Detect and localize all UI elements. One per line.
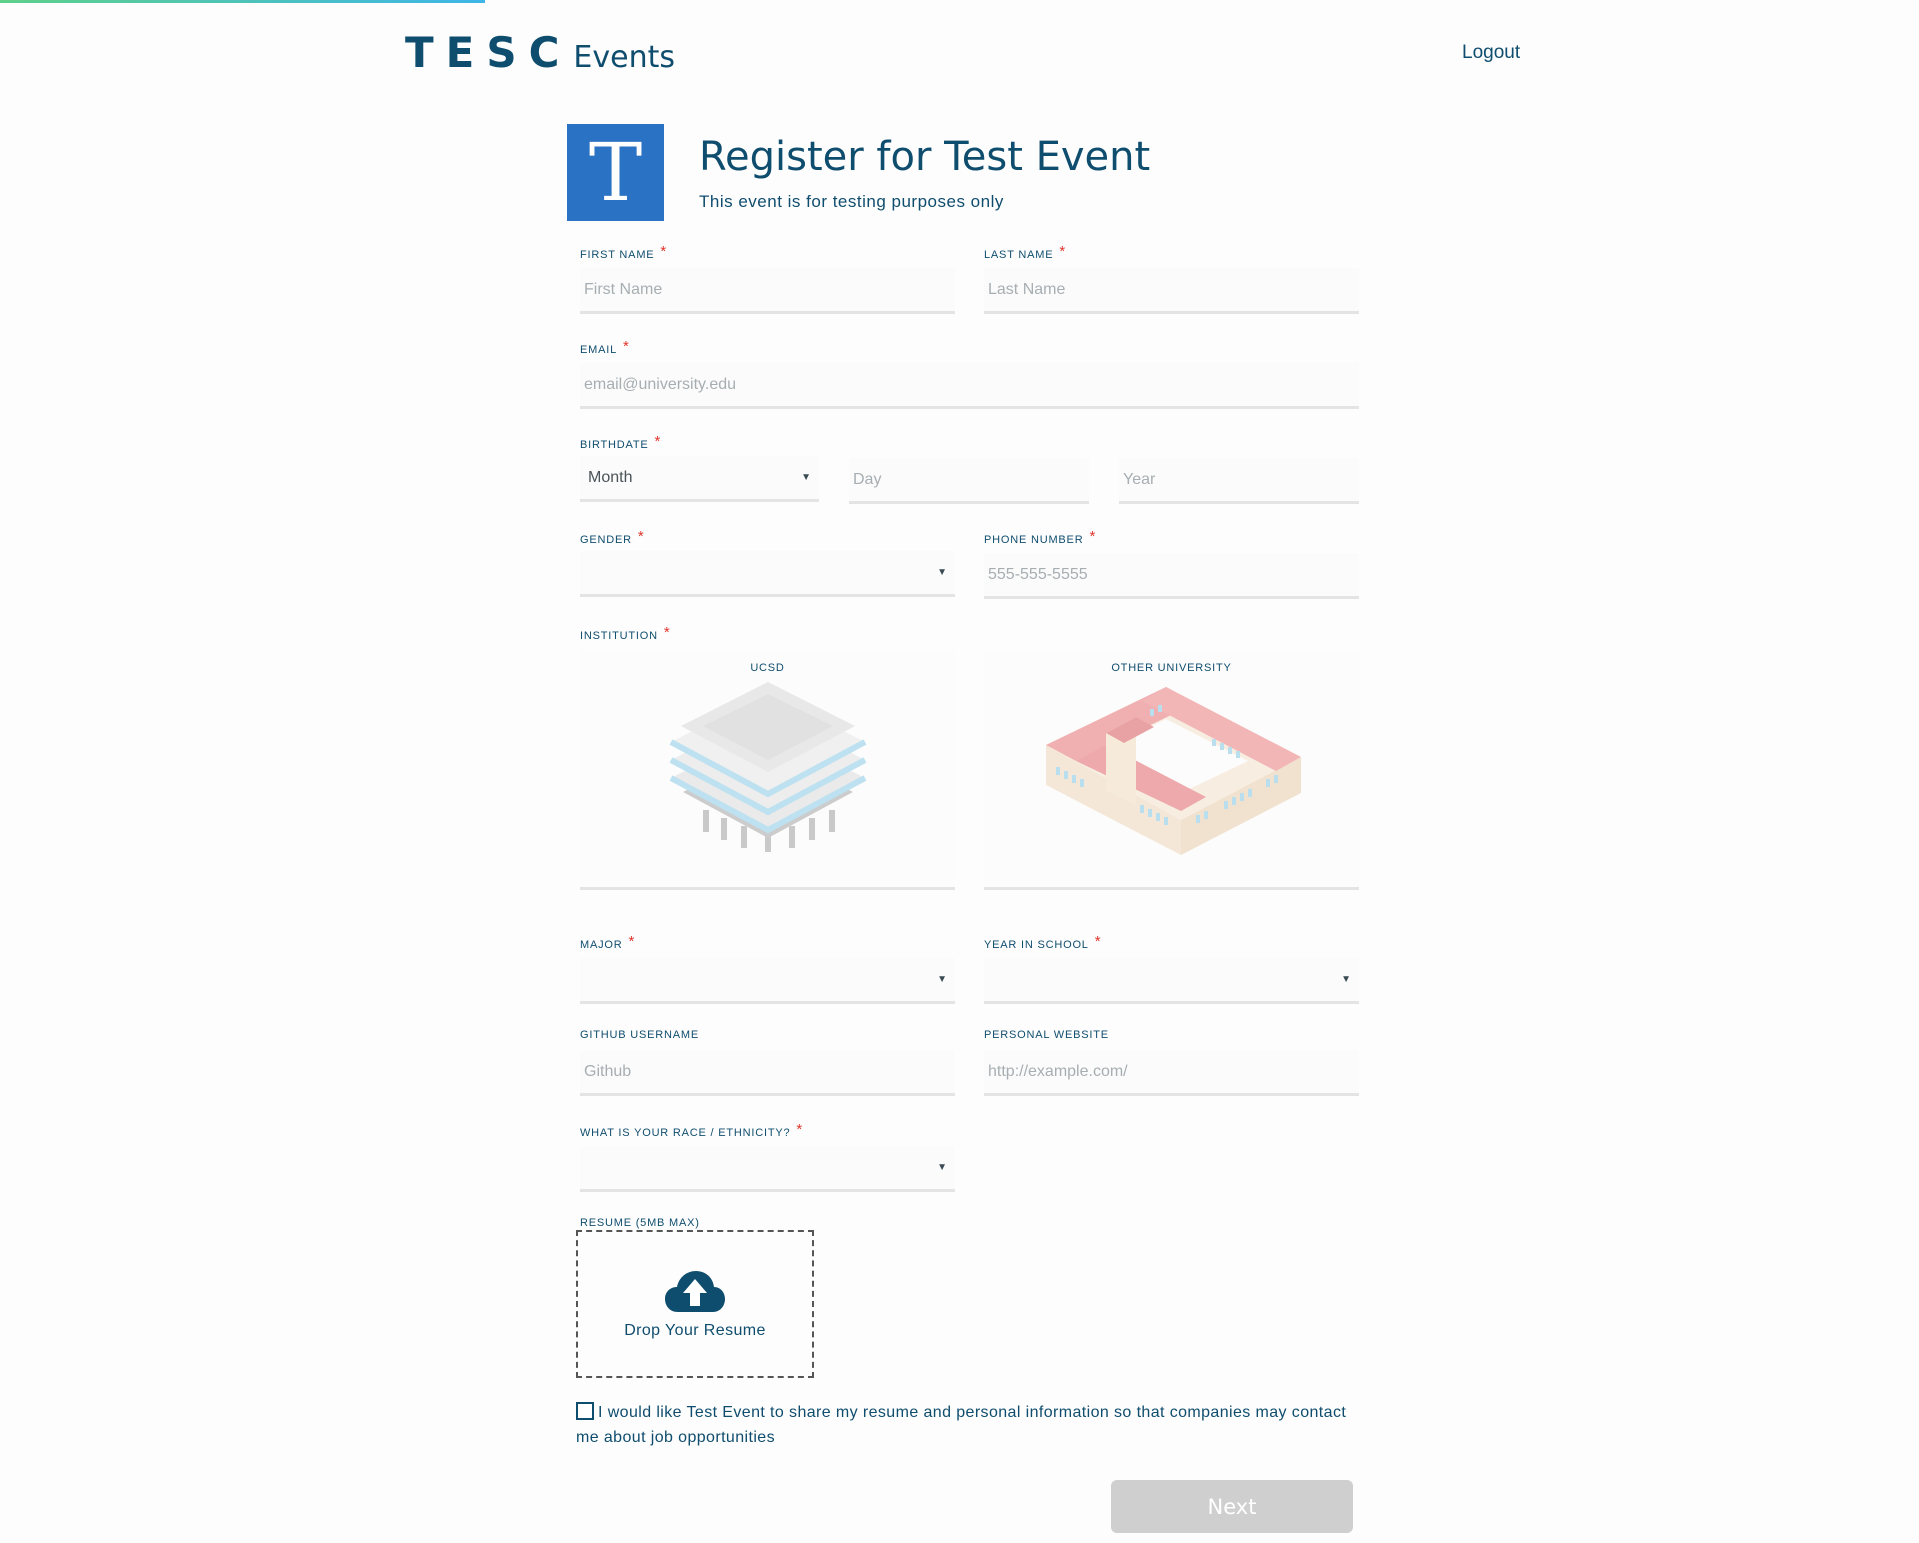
logo-events-text: Events: [573, 40, 675, 75]
race-label: WHAT IS YOUR RACE / ETHNICITY? *: [580, 1121, 804, 1140]
caret-down-icon: ▼: [937, 567, 947, 578]
year-in-school-select[interactable]: ▼: [984, 958, 1359, 1004]
email-label-text: EMAIL: [580, 344, 618, 356]
required-marker: *: [796, 1121, 804, 1138]
share-consent: I would like Test Event to share my resu…: [576, 1400, 1356, 1450]
required-marker: *: [628, 933, 636, 950]
institution-option-other[interactable]: OTHER UNIVERSITY: [984, 650, 1359, 890]
institution-option-ucsd[interactable]: UCSD: [580, 650, 955, 890]
ucsd-library-illustration: [669, 682, 867, 852]
gender-label-text: GENDER: [580, 534, 632, 546]
github-label-text: GITHUB USERNAME: [580, 1029, 699, 1041]
share-consent-text: I would like Test Event to share my resu…: [576, 1404, 1347, 1446]
next-button[interactable]: Next: [1111, 1480, 1353, 1533]
race-label-text: WHAT IS YOUR RACE / ETHNICITY?: [580, 1127, 791, 1139]
institution-label-text: INSTITUTION: [580, 630, 658, 642]
other-university-option-label: OTHER UNIVERSITY: [1111, 662, 1232, 674]
last-name-label: LAST NAME *: [984, 243, 1066, 262]
birth-day-field: [849, 458, 1089, 504]
website-input[interactable]: [984, 1050, 1359, 1093]
other-university-illustration: [1046, 687, 1301, 855]
cloud-upload-icon: [665, 1271, 725, 1312]
caret-down-icon: ▼: [1341, 974, 1351, 985]
birth-day-input[interactable]: [849, 458, 1089, 501]
event-logo: T: [567, 124, 664, 221]
required-marker: *: [660, 243, 668, 260]
caret-down-icon: ▼: [801, 472, 811, 483]
logo-tesc-text: TESC: [405, 28, 572, 77]
share-consent-checkbox[interactable]: [576, 1402, 594, 1420]
required-marker: *: [623, 338, 630, 355]
year-in-school-label-text: YEAR IN SCHOOL: [984, 939, 1089, 951]
birth-year-field: [1119, 458, 1359, 504]
required-marker: *: [1059, 243, 1066, 260]
top-navbar: TESC Events Logout: [0, 0, 1919, 110]
major-label-text: MAJOR: [580, 939, 623, 951]
institution-label: INSTITUTION *: [580, 624, 671, 643]
email-field: [580, 363, 1359, 409]
first-name-label-text: FIRST NAME: [580, 249, 655, 261]
phone-label: PHONE NUMBER *: [984, 528, 1097, 547]
page-title: Register for Test Event: [699, 134, 1151, 180]
logout-link[interactable]: Logout: [1462, 42, 1520, 64]
first-name-label: FIRST NAME *: [580, 243, 668, 262]
resume-dropzone[interactable]: Drop Your Resume: [576, 1230, 814, 1378]
major-label: MAJOR *: [580, 933, 636, 952]
required-marker: *: [663, 624, 671, 641]
last-name-field: [984, 268, 1359, 314]
first-name-field: [580, 268, 955, 314]
github-label: GITHUB USERNAME: [580, 1029, 699, 1041]
year-in-school-label: YEAR IN SCHOOL *: [984, 933, 1102, 952]
birthdate-label: BIRTHDATE *: [580, 433, 662, 452]
website-field: [984, 1050, 1359, 1096]
email-label: EMAIL *: [580, 338, 630, 357]
page-subtitle: This event is for testing purposes only: [699, 192, 1004, 211]
first-name-input[interactable]: [580, 268, 955, 311]
phone-label-text: PHONE NUMBER: [984, 534, 1084, 546]
last-name-input[interactable]: [984, 268, 1359, 311]
website-label-text: PERSONAL WEBSITE: [984, 1029, 1109, 1041]
major-select[interactable]: ▼: [580, 958, 955, 1004]
caret-down-icon: ▼: [937, 974, 947, 985]
birth-year-input[interactable]: [1119, 458, 1359, 501]
ucsd-option-label: UCSD: [750, 662, 785, 674]
phone-field: [984, 553, 1359, 599]
drop-resume-text: Drop Your Resume: [624, 1322, 766, 1339]
birth-month-value: Month: [588, 469, 633, 486]
resume-label: RESUME (5MB MAX): [580, 1217, 700, 1229]
required-marker: *: [1089, 528, 1097, 545]
required-marker: *: [1094, 933, 1102, 950]
last-name-label-text: LAST NAME: [984, 249, 1054, 261]
tesc-events-logo[interactable]: TESC Events: [405, 28, 675, 77]
birth-month-select[interactable]: Month ▼: [580, 456, 819, 502]
required-marker: *: [637, 528, 645, 545]
github-input[interactable]: [580, 1050, 955, 1093]
birthdate-label-text: BIRTHDATE: [580, 439, 649, 451]
gender-select[interactable]: ▼: [580, 551, 955, 597]
github-field: [580, 1050, 955, 1096]
required-marker: *: [654, 433, 662, 450]
website-label: PERSONAL WEBSITE: [984, 1029, 1109, 1041]
phone-input[interactable]: [984, 553, 1359, 596]
caret-down-icon: ▼: [937, 1162, 947, 1173]
race-select[interactable]: ▼: [580, 1146, 955, 1192]
gender-label: GENDER *: [580, 528, 645, 547]
email-input[interactable]: [580, 363, 1359, 406]
resume-label-text: RESUME (5MB MAX): [580, 1217, 700, 1229]
